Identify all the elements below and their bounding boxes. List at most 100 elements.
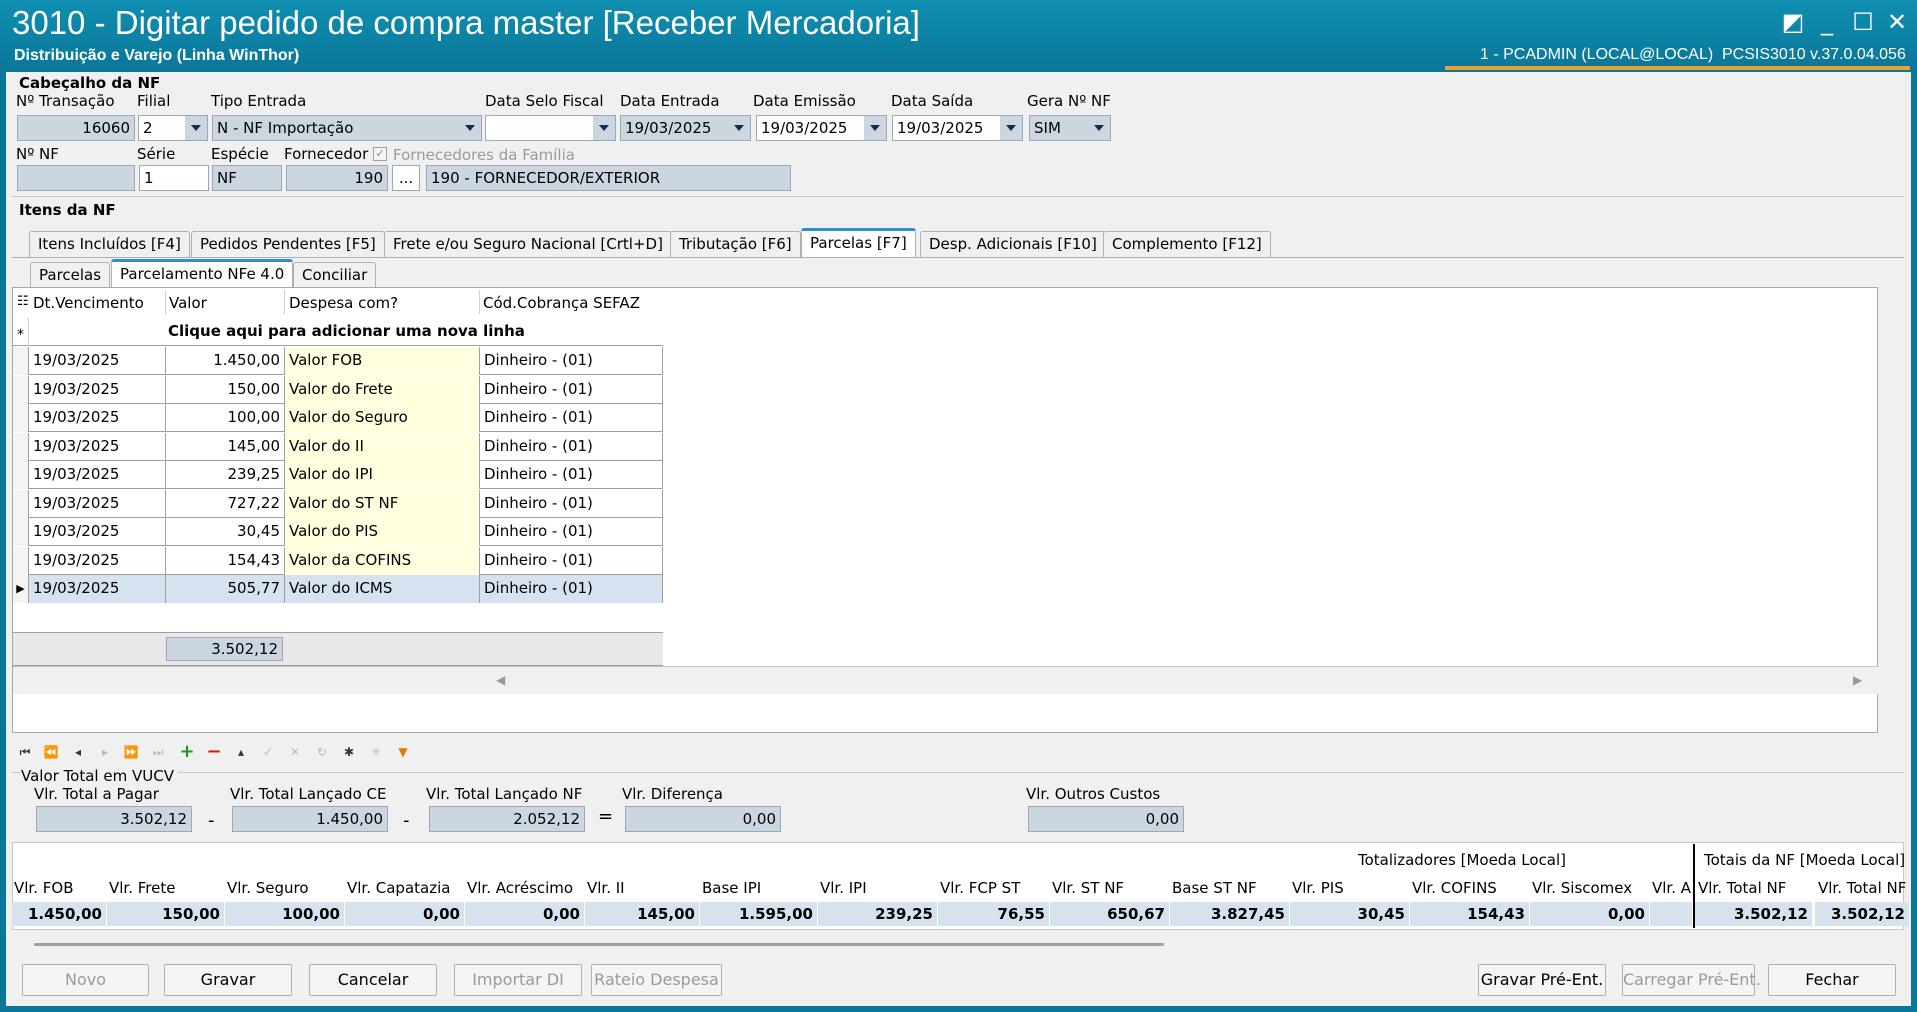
cancel-x-icon[interactable]: ✕ xyxy=(284,741,306,763)
nav-next-page-icon[interactable]: ⏩ xyxy=(120,741,142,763)
chevron-down-icon[interactable] xyxy=(864,116,886,140)
tab-tributacao[interactable]: Tributação [F6] xyxy=(670,231,801,257)
nav-next-icon[interactable]: ▸ xyxy=(94,741,116,763)
row-indicator[interactable] xyxy=(13,461,29,489)
tab-pedidos-pendentes[interactable]: Pedidos Pendentes [F5] xyxy=(191,231,385,257)
row-indicator[interactable] xyxy=(13,375,29,404)
row-cod-cobranca[interactable]: Dinheiro - (01) xyxy=(480,489,663,518)
tab-itens-incluidos[interactable]: Itens Incluídos [F4] xyxy=(29,231,190,257)
row-date[interactable]: 19/03/2025 xyxy=(29,375,166,404)
col-cod-cobranca[interactable]: Cód.Cobrança SEFAZ xyxy=(483,294,640,312)
col-despesa[interactable]: Despesa com? xyxy=(289,294,398,312)
grid-menu-icon[interactable]: ☷ xyxy=(17,294,29,309)
row-despesa[interactable]: Valor do IPI xyxy=(285,461,480,489)
row-valor[interactable]: 505,77 xyxy=(166,575,285,603)
serie-field[interactable]: 1 xyxy=(139,165,209,191)
row-cod-cobranca[interactable]: Dinheiro - (01) xyxy=(480,546,663,575)
col-dt-vencimento[interactable]: Dt.Vencimento xyxy=(33,294,144,312)
table-row[interactable]: 19/03/2025 30,45 Valor do PIS Dinheiro - (0… xyxy=(13,518,663,546)
row-cod-cobranca[interactable]: Dinheiro - (01) xyxy=(480,461,663,489)
row-cod-cobranca[interactable]: Dinheiro - (01) xyxy=(480,347,663,375)
data-saida-field[interactable]: 19/03/2025 xyxy=(892,115,1023,141)
row-cod-cobranca[interactable]: Dinheiro - (01) xyxy=(480,404,663,432)
row-date[interactable]: 19/03/2025 xyxy=(29,432,166,461)
gravar-pre-ent-button[interactable]: Gravar Pré-Ent. xyxy=(1478,964,1606,996)
goto-bookmark-icon[interactable]: ✳ xyxy=(365,741,387,763)
novo-button[interactable]: Novo xyxy=(22,964,149,996)
chevron-down-icon[interactable] xyxy=(593,116,615,140)
row-indicator[interactable] xyxy=(13,518,29,546)
cancelar-button[interactable]: Cancelar xyxy=(309,964,437,996)
subtab-conciliar[interactable]: Conciliar xyxy=(293,262,377,288)
row-date[interactable]: 19/03/2025 xyxy=(29,404,166,432)
row-despesa[interactable]: Valor do Seguro xyxy=(285,404,480,432)
transacao-field[interactable]: 16060 xyxy=(17,115,135,141)
table-row[interactable]: 19/03/2025 727,22 Valor do ST NF Dinheiro -… xyxy=(13,489,663,518)
delete-row-icon[interactable]: − xyxy=(203,741,225,763)
row-date[interactable]: 19/03/2025 xyxy=(29,461,166,489)
row-despesa[interactable]: Valor do ICMS xyxy=(285,575,480,603)
rateio-despesa-button[interactable]: Rateio Despesa xyxy=(591,964,722,996)
fornecedor-code-field[interactable]: 190 xyxy=(286,165,388,191)
chevron-down-icon[interactable] xyxy=(1000,116,1022,140)
row-indicator[interactable] xyxy=(13,489,29,518)
refresh-icon[interactable]: ↻ xyxy=(311,741,333,763)
carregar-pre-ent-button[interactable]: Carregar Pré-Ent. xyxy=(1622,964,1761,996)
row-indicator[interactable] xyxy=(13,404,29,432)
row-valor[interactable]: 154,43 xyxy=(166,546,285,575)
data-entrada-field[interactable]: 19/03/2025 xyxy=(620,115,751,141)
row-despesa[interactable]: Valor FOB xyxy=(285,347,480,375)
row-valor[interactable]: 145,00 xyxy=(166,432,285,461)
filial-select[interactable]: 2 xyxy=(138,115,208,141)
row-valor[interactable]: 239,25 xyxy=(166,461,285,489)
col-valor[interactable]: Valor xyxy=(169,294,207,312)
row-valor[interactable]: 100,00 xyxy=(166,404,285,432)
maximize-icon[interactable]: ☐ xyxy=(1848,8,1878,36)
chevron-down-icon[interactable] xyxy=(728,116,750,140)
chevron-down-icon[interactable] xyxy=(459,116,481,140)
chevron-down-icon[interactable] xyxy=(185,116,207,140)
chevron-down-icon[interactable] xyxy=(1088,116,1110,140)
num-nf-field[interactable] xyxy=(17,165,135,191)
scroll-left-icon[interactable]: ◀ xyxy=(496,673,505,687)
row-cod-cobranca[interactable]: Dinheiro - (01) xyxy=(480,518,663,546)
row-date[interactable]: 19/03/2025 xyxy=(29,489,166,518)
nav-prev-page-icon[interactable]: ⏪ xyxy=(40,741,62,763)
row-date[interactable]: 19/03/2025 xyxy=(29,518,166,546)
subtab-parcelamento-nfe[interactable]: Parcelamento NFe 4.0 xyxy=(111,259,294,288)
fornecedor-search-button[interactable]: ... xyxy=(392,165,420,191)
gravar-button[interactable]: Gravar xyxy=(164,964,292,996)
table-row[interactable]: 19/03/2025 150,00 Valor do Frete Dinheiro -… xyxy=(13,375,663,404)
row-despesa[interactable]: Valor do PIS xyxy=(285,518,480,546)
row-cod-cobranca[interactable]: Dinheiro - (01) xyxy=(480,432,663,461)
tab-complemento[interactable]: Complemento [F12] xyxy=(1103,231,1271,257)
row-indicator[interactable] xyxy=(13,432,29,461)
table-row[interactable]: 19/03/2025 1.450,00 Valor FOB Dinheiro - (0… xyxy=(13,347,663,375)
data-emissao-field[interactable]: 19/03/2025 xyxy=(756,115,887,141)
subtab-parcelas[interactable]: Parcelas xyxy=(30,262,111,288)
table-row[interactable]: 19/03/2025 145,00 Valor do II Dinheiro - (0… xyxy=(13,432,663,461)
row-cod-cobranca[interactable]: Dinheiro - (01) xyxy=(480,575,663,603)
close-icon[interactable]: ✕ xyxy=(1882,8,1912,36)
minimize-icon[interactable]: _ xyxy=(1812,8,1842,36)
bookmark-icon[interactable]: ✱ xyxy=(338,741,360,763)
tab-frete-seguro[interactable]: Frete e/ou Seguro Nacional [Crtl+D] xyxy=(384,231,672,257)
tab-parcelas[interactable]: Parcelas [F7] xyxy=(801,228,916,257)
row-valor[interactable]: 30,45 xyxy=(166,518,285,546)
row-cod-cobranca[interactable]: Dinheiro - (01) xyxy=(480,375,663,404)
fechar-button[interactable]: Fechar xyxy=(1768,964,1896,996)
filter-icon[interactable]: ▼ xyxy=(392,741,414,763)
row-valor[interactable]: 1.450,00 xyxy=(166,347,285,375)
row-date[interactable]: 19/03/2025 xyxy=(29,546,166,575)
new-row[interactable]: * Clique aqui para adicionar uma nova li… xyxy=(13,318,663,346)
nav-last-icon[interactable]: ⏭ xyxy=(147,741,169,763)
row-date[interactable]: 19/03/2025 xyxy=(29,575,166,603)
post-check-icon[interactable]: ✓ xyxy=(257,741,279,763)
tipo-entrada-select[interactable]: N - NF Importação xyxy=(212,115,482,141)
row-despesa[interactable]: Valor da COFINS xyxy=(285,546,480,575)
row-date[interactable]: 19/03/2025 xyxy=(29,347,166,375)
row-indicator[interactable] xyxy=(13,347,29,375)
row-valor[interactable]: 727,22 xyxy=(166,489,285,518)
row-indicator-icon[interactable]: ▶ xyxy=(13,575,29,603)
table-row[interactable]: 19/03/2025 100,00 Valor do Seguro Dinheiro … xyxy=(13,404,663,432)
